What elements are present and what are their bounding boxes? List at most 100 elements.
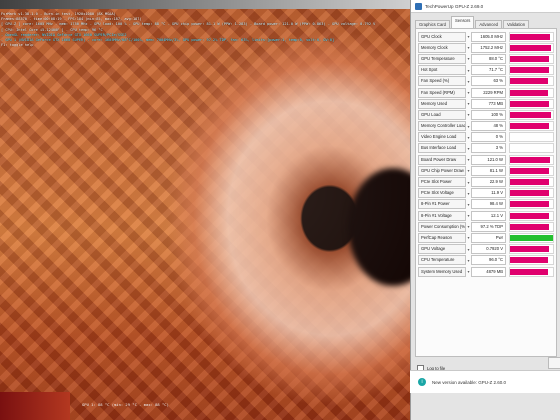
sensor-row: Fan Speed (%) ▾ 63 %: [416, 76, 556, 87]
sensor-value: 63 %: [471, 76, 506, 87]
update-notification[interactable]: i New version available: GPU-Z 2.60.0: [410, 370, 560, 393]
sensor-graph: [509, 188, 554, 199]
sensor-row: GPU Load ▾ 100 %: [416, 109, 556, 120]
hud-help-line: F1: toggle help: [1, 43, 34, 48]
sensors-panel: GPU Clock ▾ 1605.0 MHz Memory Clock ▾ 1752.2 …: [415, 28, 557, 357]
sensor-graph-fill: [510, 167, 549, 174]
sensor-label[interactable]: System Memory Used: [418, 266, 466, 277]
sensor-graph: [509, 132, 554, 143]
tab-graphics-card[interactable]: Graphics Card: [415, 20, 450, 28]
info-icon: i: [418, 378, 426, 386]
sensor-graph: [509, 221, 554, 232]
sensor-label[interactable]: GPU Chip Power Draw: [418, 165, 466, 176]
sensor-label[interactable]: 8-Pin #1 Voltage: [418, 210, 466, 221]
sensor-graph-fill: [510, 179, 549, 186]
sensor-value: 11.9 V: [471, 188, 506, 199]
sensor-graph: [509, 42, 554, 53]
sensor-label[interactable]: GPU Clock: [418, 31, 466, 42]
gpuz-window: TechPowerUp GPU-Z 2.69.0 Graphics Card Se…: [410, 0, 560, 420]
sensor-graph: [509, 121, 554, 132]
background-window-edge: [548, 357, 560, 369]
sensor-graph-fill: [510, 201, 549, 208]
sensor-row: Video Engine Load ▾ 0 %: [416, 132, 556, 143]
sensor-row: 8-Pin #1 Power ▾ 98.4 W: [416, 199, 556, 210]
sensor-graph-fill: [510, 190, 549, 197]
update-text: New version available: GPU-Z 2.60.0: [432, 379, 507, 385]
sensor-row: 8-Pin #1 Voltage ▾ 12.1 V: [416, 210, 556, 221]
sensor-graph: [509, 65, 554, 76]
sensor-row: Board Power Draw ▾ 121.0 W: [416, 154, 556, 165]
taskbar-strip: [0, 0, 412, 9]
tab-sensors[interactable]: Sensors: [451, 16, 475, 28]
sensor-label[interactable]: PCIe Slot Voltage: [418, 188, 466, 199]
sensor-label[interactable]: Memory Clock: [418, 42, 466, 53]
tab-validation[interactable]: Validation: [503, 20, 530, 28]
sensor-label[interactable]: Video Engine Load: [418, 132, 466, 143]
furmark-render-area: FurMark v1.38.1.0 - Burn-in test, 1920x1…: [0, 0, 412, 420]
sensor-graph: [509, 244, 554, 255]
sensor-label[interactable]: Hot Spot: [418, 65, 466, 76]
sensor-row: PCIe Slot Voltage ▾ 11.9 V: [416, 188, 556, 199]
gpuz-app-icon: [415, 2, 422, 10]
render-dark-center: [348, 168, 412, 286]
tab-advanced[interactable]: Advanced: [475, 20, 502, 28]
sensor-label[interactable]: PerfCap Reason: [418, 232, 466, 243]
sensor-row: CPU Temperature ▾ 96.0 °C: [416, 255, 556, 266]
sensor-label[interactable]: CPU Temperature: [418, 255, 466, 266]
sensor-label[interactable]: Memory Used: [418, 98, 466, 109]
sensor-graph: [509, 165, 554, 176]
sensor-row: Memory Controller Load ▾ 48 %: [416, 121, 556, 132]
sensor-label[interactable]: 8-Pin #1 Power: [418, 199, 466, 210]
sensor-graph-fill: [510, 55, 549, 62]
sensor-label[interactable]: GPU Temperature: [418, 53, 466, 64]
sensor-graph-fill: [510, 33, 550, 40]
sensor-label[interactable]: Fan Speed (RPM): [418, 87, 466, 98]
sensor-value: 81.1 W: [471, 165, 506, 176]
sensor-value: 48 %: [471, 121, 506, 132]
sensor-label[interactable]: Bus Interface Load: [418, 143, 466, 154]
sensor-value: 97.2 % TDP: [471, 221, 506, 232]
sensor-row: PCIe Slot Power ▾ 22.9 W: [416, 176, 556, 188]
sensor-graph-fill: [510, 44, 551, 51]
sensor-label[interactable]: Board Power Draw: [418, 154, 466, 165]
sensor-row: Fan Speed (RPM) ▾ 2229 RPM: [416, 87, 556, 98]
sensor-value: 4879 MB: [471, 266, 506, 277]
sensor-graph: [509, 232, 554, 243]
sensor-value: 12.1 V: [471, 210, 506, 221]
sensor-graph: [509, 76, 554, 87]
sensor-graph: [509, 177, 554, 188]
sensor-row: Hot Spot ▾ 71.7 °C: [416, 65, 556, 76]
sensor-value: 121.0 W: [471, 154, 506, 165]
sensor-graph-fill: [510, 212, 549, 219]
sensor-graph: [509, 53, 554, 64]
sensor-value: 0.7920 V: [471, 244, 506, 255]
sensor-value: 2229 RPM: [471, 87, 506, 98]
sensor-value: 98.4 W: [471, 199, 506, 210]
sensor-value: 1605.0 MHz: [471, 31, 506, 42]
gpuz-titlebar[interactable]: TechPowerUp GPU-Z 2.69.0: [411, 0, 560, 13]
sensor-value: 0 %: [471, 132, 506, 143]
window-title: TechPowerUp GPU-Z 2.69.0: [425, 3, 484, 9]
sensor-row: System Memory Used ▾ 4879 MB: [416, 266, 556, 277]
sensor-value: 773 MB: [471, 98, 506, 109]
sensor-label[interactable]: GPU Voltage: [418, 244, 466, 255]
sensor-graph: [509, 255, 554, 266]
sensor-label[interactable]: GPU Load: [418, 109, 466, 120]
sensor-label[interactable]: Memory Controller Load: [418, 121, 466, 132]
sensor-row: Memory Clock ▾ 1752.2 MHz: [416, 42, 556, 53]
sensor-value: 1752.2 MHz: [471, 42, 506, 53]
sensor-graph: [509, 210, 554, 221]
sensor-label[interactable]: PCIe Slot Power: [418, 177, 466, 188]
sensor-graph-fill: [510, 78, 548, 85]
sensor-graph-fill: [510, 123, 549, 130]
sensor-value: 100 %: [471, 109, 506, 120]
sensor-graph-fill: [510, 111, 551, 118]
sensor-row: Memory Used ▾ 773 MB: [416, 98, 556, 109]
gpuz-tabs: Graphics Card Sensors Advanced Validation: [411, 16, 560, 28]
sensor-label[interactable]: Power Consumption (%): [418, 221, 466, 232]
sensor-label[interactable]: Fan Speed (%): [418, 76, 466, 87]
sensor-row: GPU Clock ▾ 1605.0 MHz: [416, 31, 556, 42]
sensor-row: PerfCap Reason ▾ Pwr: [416, 232, 556, 243]
sensor-value: 71.7 °C: [471, 65, 506, 76]
sensor-graph: [509, 266, 554, 277]
